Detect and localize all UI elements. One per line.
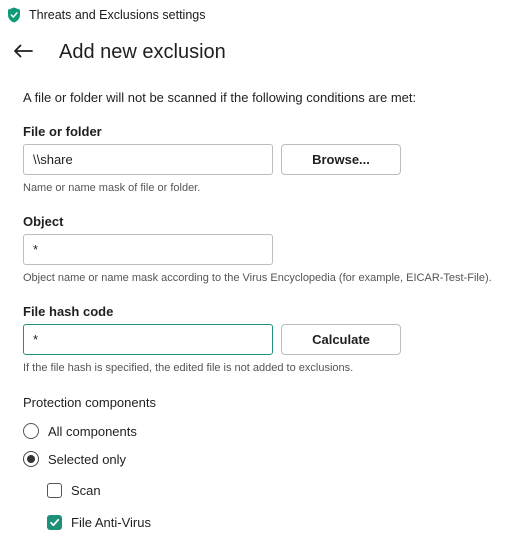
checkbox-label: Scan bbox=[71, 483, 101, 498]
radio-label: Selected only bbox=[48, 451, 127, 467]
radio-button[interactable] bbox=[23, 423, 39, 439]
file-or-folder-input[interactable]: \\share bbox=[23, 144, 273, 175]
file-or-folder-hint: Name or name mask of file or folder. bbox=[23, 182, 201, 194]
checkbox-label: File Anti-Virus bbox=[71, 515, 151, 530]
checkmark-icon bbox=[50, 518, 60, 527]
file-hash-hint: If the file hash is specified, the edite… bbox=[23, 362, 354, 374]
calculate-button[interactable]: Calculate bbox=[281, 324, 401, 355]
object-label: Object bbox=[23, 214, 64, 229]
kaspersky-shield-icon bbox=[7, 7, 21, 23]
radio-button[interactable] bbox=[23, 451, 39, 467]
radio-all-components[interactable]: All components bbox=[23, 423, 137, 439]
window-title: Threats and Exclusions settings bbox=[29, 8, 206, 22]
page-title: Add new exclusion bbox=[59, 41, 226, 63]
title-bar: Threats and Exclusions settings bbox=[0, 0, 529, 30]
back-button[interactable] bbox=[10, 40, 36, 66]
arrow-left-icon bbox=[13, 44, 33, 63]
file-hash-input[interactable]: * bbox=[23, 324, 273, 355]
checkbox-file-anti-virus[interactable]: File Anti-Virus bbox=[47, 515, 151, 530]
browse-button[interactable]: Browse... bbox=[281, 144, 401, 175]
radio-label: All components bbox=[48, 423, 137, 439]
file-or-folder-label: File or folder bbox=[23, 124, 102, 139]
protection-components-label: Protection components bbox=[23, 395, 156, 410]
object-input[interactable]: * bbox=[23, 234, 273, 265]
radio-selected-only[interactable]: Selected only bbox=[23, 451, 126, 467]
checkbox[interactable] bbox=[47, 483, 62, 498]
object-hint: Object name or name mask according to th… bbox=[23, 272, 492, 284]
checkbox[interactable] bbox=[47, 515, 62, 530]
intro-text: A file or folder will not be scanned if … bbox=[23, 90, 417, 105]
checkbox-scan[interactable]: Scan bbox=[47, 483, 101, 498]
file-hash-label: File hash code bbox=[23, 304, 114, 319]
